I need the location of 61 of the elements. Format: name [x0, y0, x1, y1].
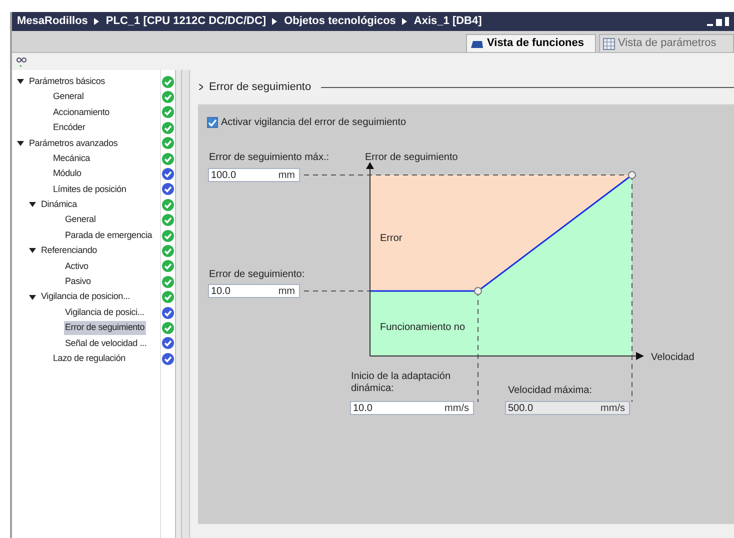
field-value: 10.0	[211, 284, 232, 298]
unit-label: mm/s	[444, 402, 470, 416]
tree-item[interactable]: Referenciando	[40, 244, 98, 258]
breadcrumb-item[interactable]: Axis_1 [DB4]	[414, 13, 482, 30]
triangle-right-icon	[402, 18, 408, 25]
tree-item[interactable]: Accionamiento	[52, 106, 110, 120]
value-field[interactable]: 10.0 mm	[208, 284, 300, 298]
expand-icon[interactable]	[28, 294, 37, 301]
tree-item[interactable]: Encóder	[52, 121, 86, 135]
section-title: Error de seguimiento	[209, 80, 312, 95]
breadcrumb-item[interactable]: Objetos tecnológicos	[284, 13, 396, 30]
value-field[interactable]: 10.0 mm/s	[350, 401, 474, 415]
tree-item[interactable]: Parámetros básicos	[28, 74, 106, 88]
scrollbar[interactable]	[175, 70, 182, 538]
tree-item[interactable]: Vigilancia de posicion...	[40, 290, 131, 304]
tree-item[interactable]: Parada de emergencia	[64, 228, 154, 242]
breadcrumb-item[interactable]: PLC_1 [CPU 1212C DC/DC/DC]	[106, 13, 266, 30]
view-tab[interactable]: Vista de funciones	[466, 34, 596, 52]
triangle-right-icon	[272, 18, 278, 25]
field-label: Error de seguimiento:	[209, 268, 305, 282]
window-controls-icon[interactable]	[707, 17, 729, 26]
tree-item[interactable]: Lazo de regulación	[52, 352, 126, 366]
region-label: Funcionamiento no	[380, 321, 466, 335]
tree-item[interactable]: Mecánica	[52, 152, 91, 166]
glasses-icon[interactable]	[16, 56, 27, 66]
expand-icon[interactable]	[16, 78, 25, 86]
region-label: Error	[380, 232, 402, 246]
tree-item[interactable]: Pasivo	[64, 275, 92, 289]
tree-item[interactable]: Vigilancia de posici...	[64, 306, 146, 320]
tree-item[interactable]: Dinámica	[40, 198, 78, 212]
tree-item[interactable]: Parámetros avanzados	[28, 136, 119, 150]
unit-label: mm	[278, 168, 296, 182]
enable-checkbox[interactable]: Activar vigilancia del error de seguimiento	[207, 115, 406, 130]
triangle-right-icon	[94, 18, 100, 25]
table-icon	[603, 38, 615, 50]
checkbox[interactable]	[207, 117, 218, 128]
value-field[interactable]: 100.0 mm	[208, 168, 300, 182]
tree-item[interactable]: Módulo	[52, 167, 82, 181]
field-value: 500.0	[508, 402, 534, 416]
folder-icon	[470, 38, 484, 49]
tree-item[interactable]: General	[52, 90, 85, 104]
field-value: 100.0	[211, 168, 238, 182]
tree-item[interactable]: Activo	[64, 260, 90, 274]
tree-item[interactable]: Límites de posición	[52, 182, 128, 196]
axis-title: Error de seguimiento	[365, 151, 458, 165]
unit-label: mm	[278, 284, 296, 298]
breadcrumb-item[interactable]: MesaRodillos	[17, 13, 88, 30]
expand-icon[interactable]	[28, 201, 37, 208]
axis-title: Velocidad	[651, 351, 694, 365]
tree-item[interactable]: General	[64, 213, 97, 227]
tree-item[interactable]: Error de seguimiento	[64, 321, 146, 335]
field-label: Inicio de la adaptación dinámica:	[351, 371, 451, 395]
view-tab[interactable]: Vista de parámetros	[599, 34, 734, 52]
field-value: 10.0	[353, 402, 374, 416]
expand-icon[interactable]	[28, 247, 37, 254]
field-label: Error de seguimiento máx.:	[209, 151, 330, 165]
expand-icon[interactable]	[16, 140, 25, 147]
chevron-right-icon	[199, 84, 203, 90]
field-label: Velocidad máxima:	[508, 384, 592, 398]
tree-item[interactable]: Señal de velocidad ...	[64, 336, 148, 350]
unit-label: mm/s	[600, 402, 626, 416]
